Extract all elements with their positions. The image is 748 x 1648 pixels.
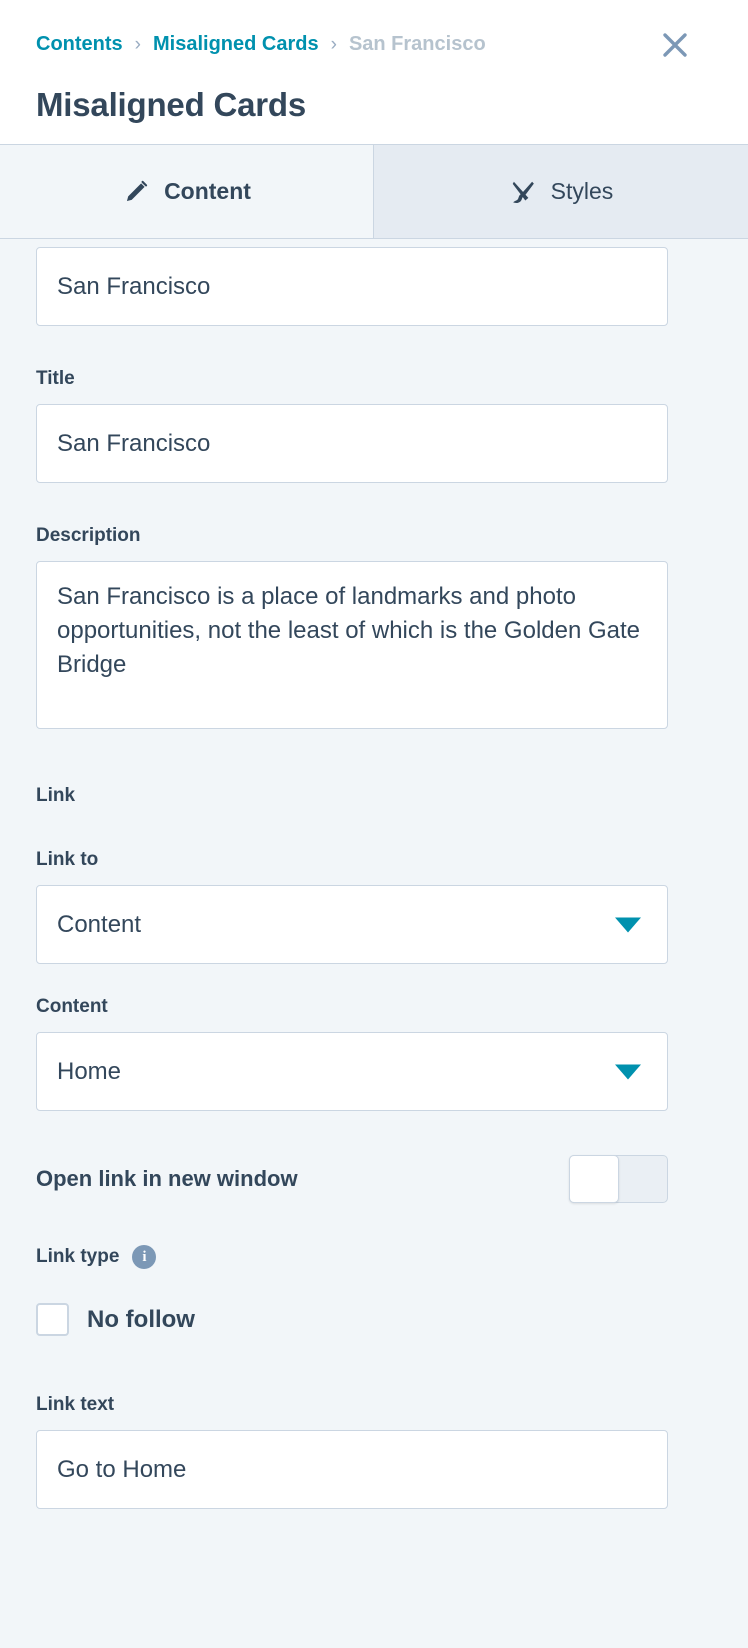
- info-icon[interactable]: i: [132, 1245, 157, 1269]
- open-new-window-label: Open link in new window: [36, 1166, 298, 1191]
- breadcrumb-item-contents[interactable]: Contents: [36, 34, 123, 54]
- link-section-heading: Link: [36, 785, 76, 806]
- field-content: Content Home: [36, 996, 712, 1111]
- link-type-label: Link type: [36, 1246, 120, 1267]
- title-label: Title: [36, 368, 75, 389]
- tab-bar: Content Styles: [0, 144, 748, 239]
- no-follow-checkbox[interactable]: [36, 1303, 69, 1336]
- tab-content-label: Content: [164, 178, 251, 204]
- link-type-row: Link type i: [36, 1245, 712, 1269]
- breadcrumb-separator: ›: [330, 33, 337, 55]
- link-to-select[interactable]: Content: [36, 885, 668, 964]
- toggle-knob: [569, 1155, 619, 1203]
- link-to-label: Link to: [36, 849, 99, 870]
- breadcrumb-item-current: San Francisco: [348, 33, 486, 55]
- field-link-text: Link text Go to Home: [36, 1394, 712, 1509]
- link-text-input[interactable]: Go to Home: [36, 1430, 668, 1509]
- content-value: Home: [57, 1057, 122, 1085]
- chevron-down-icon: [615, 1064, 641, 1079]
- breadcrumb: Contents › Misaligned Cards › San Franci…: [36, 30, 712, 58]
- tab-styles-label: Styles: [550, 178, 614, 204]
- chevron-down-icon: [615, 917, 641, 932]
- link-to-value: Content: [57, 910, 142, 938]
- link-text-label: Link text: [36, 1394, 115, 1415]
- field-name: San Francisco: [36, 239, 712, 326]
- breadcrumb-separator: ›: [134, 33, 141, 55]
- description-textarea[interactable]: San Francisco is a place of landmarks an…: [36, 561, 668, 729]
- pencil-icon: [122, 178, 150, 206]
- no-follow-label: No follow: [87, 1305, 195, 1333]
- field-title: Title San Francisco: [36, 368, 712, 483]
- content-label: Content: [36, 996, 108, 1017]
- breadcrumb-item-misaligned-cards[interactable]: Misaligned Cards: [153, 34, 319, 54]
- open-new-window-toggle[interactable]: [569, 1155, 668, 1203]
- form-body: San Francisco Title San Francisco Descri…: [0, 239, 748, 1648]
- editor-panel: Contents › Misaligned Cards › San Franci…: [0, 0, 748, 1648]
- paintbrush-icon: [509, 178, 537, 206]
- description-label: Description: [36, 525, 141, 546]
- close-icon[interactable]: [658, 28, 692, 62]
- page-title: Misaligned Cards: [36, 86, 307, 123]
- title-input[interactable]: San Francisco: [36, 404, 668, 483]
- open-new-window-row: Open link in new window: [36, 1155, 668, 1203]
- field-link-to: Link to Content: [36, 849, 712, 964]
- tab-styles[interactable]: Styles: [374, 145, 748, 238]
- panel-header: Contents › Misaligned Cards › San Franci…: [0, 0, 748, 144]
- name-input[interactable]: San Francisco: [36, 247, 668, 326]
- field-description: Description San Francisco is a place of …: [36, 525, 712, 729]
- content-select[interactable]: Home: [36, 1032, 668, 1111]
- tab-content[interactable]: Content: [0, 145, 374, 238]
- no-follow-checkbox-row[interactable]: No follow: [36, 1303, 712, 1336]
